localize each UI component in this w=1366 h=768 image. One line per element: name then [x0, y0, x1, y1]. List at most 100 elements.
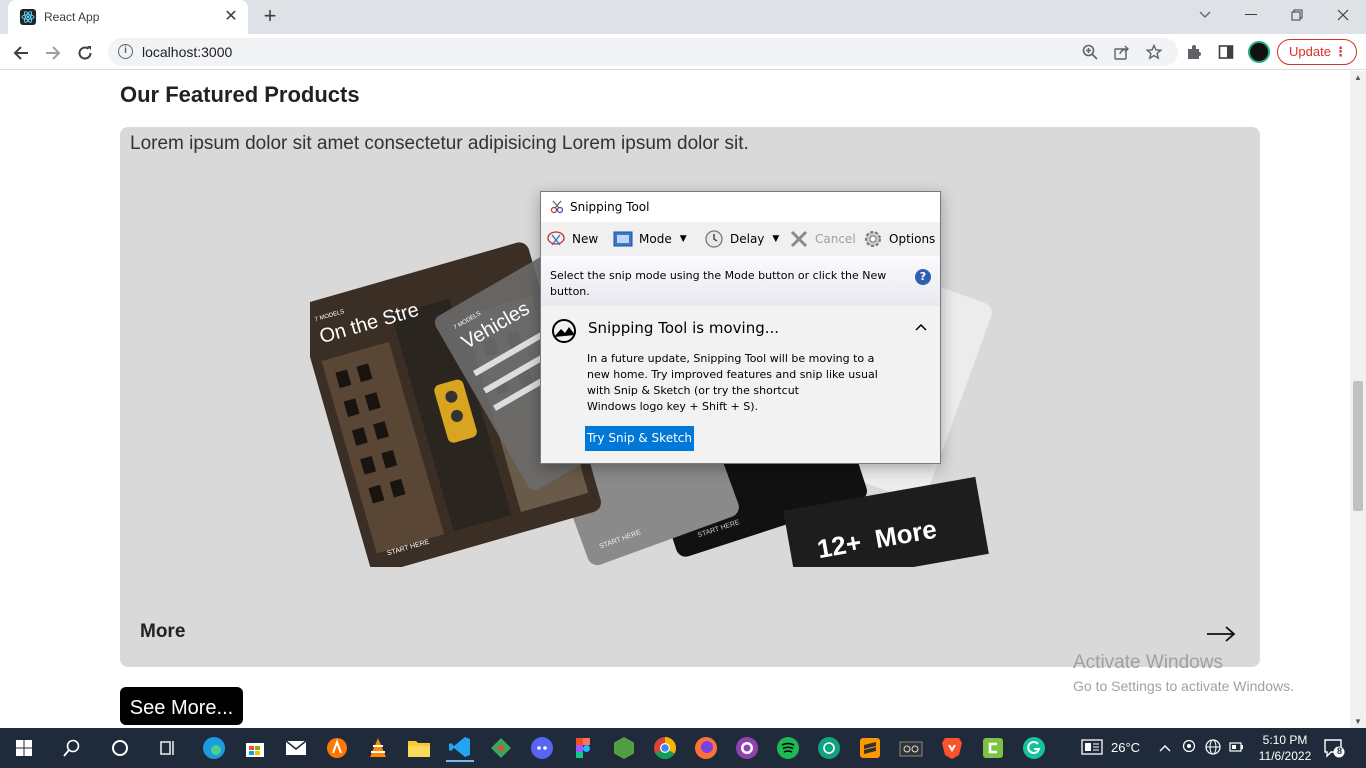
avast-icon[interactable] — [323, 734, 351, 762]
spotify-icon[interactable] — [774, 734, 802, 762]
snip-delay-button[interactable]: Delay ▼ — [704, 222, 779, 256]
page-scrollbar[interactable]: ▲ ▼ — [1350, 71, 1366, 728]
site-info-icon[interactable]: i — [118, 44, 133, 59]
network-icon[interactable] — [1204, 739, 1222, 758]
snip-mode-button[interactable]: Mode ▼ — [613, 222, 687, 256]
chevron-up-tray-icon[interactable] — [1156, 739, 1174, 755]
bookmark-star-icon[interactable] — [1145, 43, 1163, 61]
menu-icon[interactable]: ⋮ — [1334, 40, 1347, 64]
watermark-subtitle: Go to Settings to activate Windows. — [1073, 678, 1294, 694]
address-bar[interactable]: i localhost:3000 — [108, 38, 1178, 66]
restore-icon[interactable] — [1274, 0, 1320, 30]
browser-toolbar: i localhost:3000 Update ⋮ — [0, 34, 1366, 70]
snip-cancel-button[interactable]: Cancel — [789, 222, 856, 256]
card-more-label: More — [140, 621, 186, 642]
figma-icon[interactable] — [569, 734, 597, 762]
update-label: Update — [1289, 44, 1331, 59]
taskbar-clock[interactable]: 5:10 PM 11/6/2022 — [1250, 732, 1320, 764]
windows-taskbar: 26°C 5:10 PM 11/6/2022 8 — [0, 728, 1366, 768]
see-more-button[interactable]: See More... — [120, 687, 243, 725]
sublime-text-icon[interactable] — [856, 734, 884, 762]
close-tab-icon[interactable]: ✕ — [222, 8, 240, 26]
vlc-icon[interactable] — [364, 734, 392, 762]
new-snip-icon — [546, 229, 566, 249]
zoom-icon[interactable] — [1081, 43, 1099, 61]
try-snip-sketch-button[interactable]: Try Snip & Sketch — [585, 426, 694, 451]
snip-hint-area: Select the snip mode using the Mode butt… — [541, 256, 940, 306]
github-desktop-icon[interactable] — [733, 734, 761, 762]
tab-search-icon[interactable] — [1182, 0, 1228, 30]
back-icon[interactable] — [8, 40, 34, 66]
minimize-icon[interactable] — [1228, 0, 1274, 30]
snip-toolbar: New Mode ▼ Delay ▼ Cancel Options — [541, 222, 940, 256]
clock-time: 5:10 PM — [1262, 733, 1308, 747]
windows-start-icon[interactable] — [10, 734, 38, 762]
snip-sketch-icon — [552, 319, 576, 343]
snip-title-bar[interactable]: Snipping Tool — [541, 192, 940, 222]
mail-icon[interactable] — [282, 734, 310, 762]
share-icon[interactable] — [1113, 43, 1131, 61]
notice-body-line2: Windows logo key + Shift + S). — [587, 400, 759, 413]
file-explorer-icon[interactable] — [405, 734, 433, 762]
vscode-icon[interactable] — [446, 734, 474, 762]
scrollbar-thumb[interactable] — [1353, 381, 1363, 511]
snip-new-button[interactable]: New — [546, 222, 598, 256]
card-description: Lorem ipsum dolor sit amet consectetur a… — [130, 133, 749, 154]
react-icon — [20, 9, 36, 25]
chatgpt-icon[interactable] — [815, 734, 843, 762]
grammarly-icon[interactable] — [1020, 734, 1048, 762]
snip-notice-panel: Snipping Tool is moving... In a future u… — [541, 306, 940, 463]
search-icon[interactable] — [58, 734, 86, 762]
side-panel-icon[interactable] — [1216, 42, 1236, 62]
snip-options-label: Options — [889, 232, 936, 246]
close-window-icon[interactable] — [1320, 0, 1366, 30]
address-url[interactable]: localhost:3000 — [142, 44, 232, 60]
profile-avatar[interactable] — [1248, 41, 1270, 63]
weather-icon[interactable] — [1080, 739, 1104, 758]
update-button[interactable]: Update ⋮ — [1277, 39, 1357, 65]
store-icon[interactable] — [241, 734, 269, 762]
brave-icon[interactable] — [938, 734, 966, 762]
nodejs-icon[interactable] — [610, 734, 638, 762]
cortana-icon[interactable] — [106, 734, 134, 762]
discord-icon[interactable] — [528, 734, 556, 762]
git-kraken-icon[interactable] — [487, 734, 515, 762]
help-icon[interactable]: ? — [915, 269, 931, 285]
snip-title: Snipping Tool — [570, 200, 650, 214]
delay-dropdown-icon[interactable]: ▼ — [772, 234, 779, 244]
snip-delay-label: Delay — [730, 232, 765, 246]
snipping-tool-icon[interactable] — [897, 734, 925, 762]
snip-new-label: New — [572, 232, 599, 246]
chrome-icon[interactable] — [651, 734, 679, 762]
notice-heading: Snipping Tool is moving... — [588, 319, 780, 337]
scroll-up-icon[interactable]: ▲ — [1353, 73, 1363, 82]
arrow-right-icon[interactable] — [1206, 624, 1236, 644]
edge-icon[interactable] — [200, 734, 228, 762]
watermark-title: Activate Windows — [1073, 652, 1223, 673]
battery-icon[interactable] — [1228, 739, 1246, 756]
firefox-icon[interactable] — [692, 734, 720, 762]
clock-date: 11/6/2022 — [1258, 749, 1312, 763]
gear-icon — [863, 229, 883, 249]
browser-tab[interactable]: React App ✕ — [8, 0, 248, 34]
forward-icon[interactable] — [40, 40, 66, 66]
notice-body: In a future update, Snipping Tool will b… — [587, 351, 897, 415]
snip-mode-label: Mode — [639, 232, 672, 246]
scroll-down-icon[interactable]: ▼ — [1353, 717, 1363, 726]
chevron-up-icon[interactable] — [915, 320, 927, 335]
snipping-tool-window: Snipping Tool New Mode ▼ Delay ▼ Cancel … — [540, 191, 941, 464]
snip-hint-text: Select the snip mode using the Mode butt… — [550, 269, 887, 298]
reload-icon[interactable] — [72, 40, 98, 66]
camera-tray-icon[interactable] — [1180, 739, 1198, 756]
task-view-icon[interactable] — [154, 734, 182, 762]
clock-icon — [704, 229, 724, 249]
weather-temp[interactable]: 26°C — [1111, 740, 1140, 755]
notification-center-icon[interactable]: 8 — [1323, 738, 1345, 758]
extensions-icon[interactable] — [1184, 42, 1204, 62]
tab-title: React App — [44, 10, 100, 24]
camtasia-icon[interactable] — [979, 734, 1007, 762]
new-tab-button[interactable]: + — [258, 5, 282, 29]
mode-dropdown-icon[interactable]: ▼ — [680, 234, 687, 244]
section-title: Our Featured Products — [120, 82, 360, 107]
snip-options-button[interactable]: Options — [863, 222, 935, 256]
